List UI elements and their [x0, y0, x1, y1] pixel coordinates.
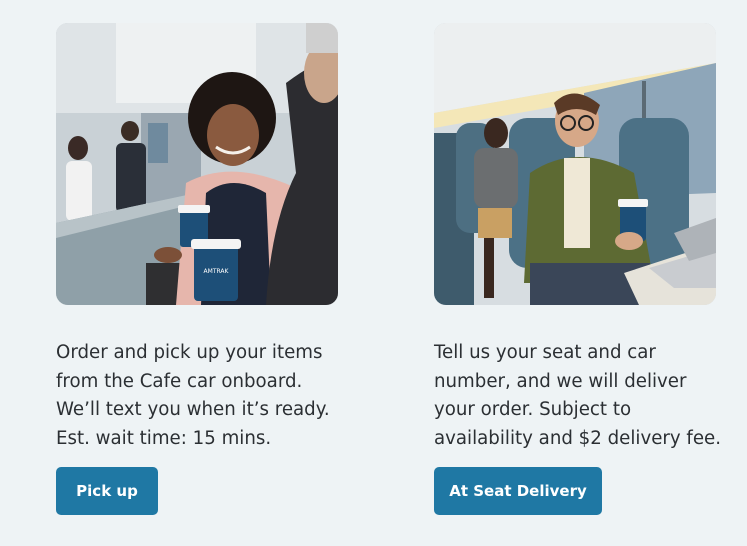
seat-description-line: number, and we will deliver [434, 370, 687, 392]
seat-description-line: availability and $2 delivery fee. [434, 427, 721, 449]
seat-delivery-description: Tell us your seat and car number, and we… [434, 339, 734, 453]
cafe-car-photo: AMTRAK [56, 23, 338, 305]
at-seat-delivery-button[interactable]: At Seat Delivery [434, 467, 602, 515]
seat-delivery-card: Tell us your seat and car number, and we… [434, 23, 734, 453]
pick-up-button[interactable]: Pick up [56, 467, 158, 515]
pickup-description-line: from the Cafe car onboard. [56, 370, 303, 392]
pickup-description: Order and pick up your items from the Ca… [56, 339, 356, 453]
pickup-description-line: Est. wait time: 15 mins. [56, 427, 272, 449]
seat-delivery-photo [434, 23, 716, 305]
pickup-card: AMTRAK Order and pick up your items from… [56, 23, 356, 453]
pickup-description-line: Order and pick up your items [56, 342, 323, 363]
seat-description-line: Tell us your seat and car [434, 342, 656, 363]
svg-text:AMTRAK: AMTRAK [204, 268, 230, 275]
seat-description-line: your order. Subject to [434, 399, 632, 421]
pickup-description-line: We’ll text you when it’s ready. [56, 399, 330, 421]
